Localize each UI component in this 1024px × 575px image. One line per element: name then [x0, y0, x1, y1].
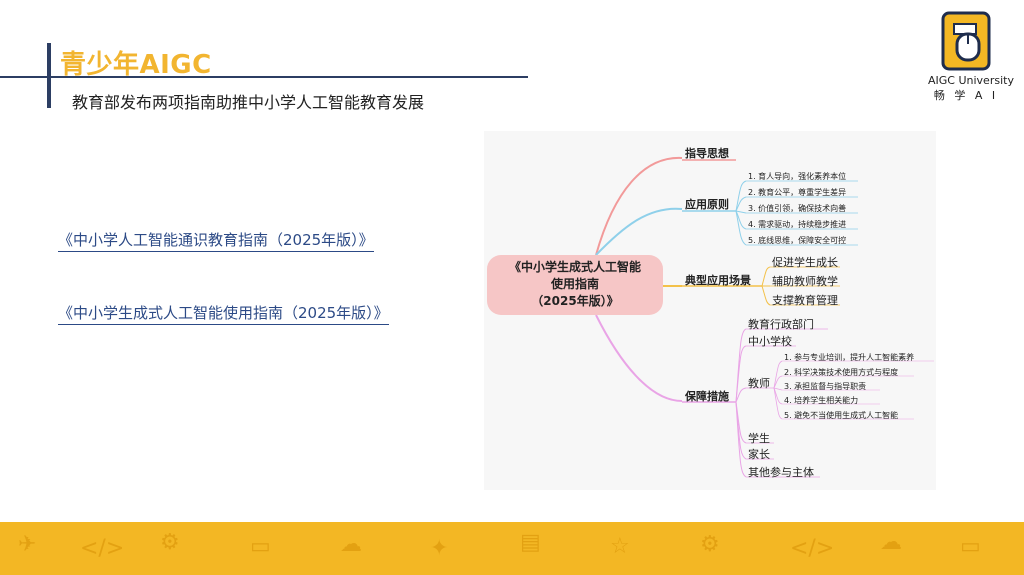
bulb-icon: ✦: [430, 536, 449, 561]
branch-principles: 应用原则: [685, 198, 729, 211]
measure-schools: 中小学校: [748, 335, 792, 348]
measure-parents: 家长: [748, 448, 770, 461]
teacher-item: 5. 避免不当使用生成式人工智能: [784, 411, 899, 420]
footer-decorative-band: ✈ </> ⚙ ▭ ☁ ✦ ▤ ☆ ⚙ </> ☁ ▭: [0, 522, 1024, 575]
aigc-university-logo: AIGC University 畅 学 A I: [928, 10, 1014, 110]
root-line-3: （2025年版）》: [531, 294, 619, 308]
teacher-item: 3. 承担监督与指导职责: [784, 382, 867, 391]
rocket-icon: ✈: [18, 532, 37, 557]
principle-item: 5. 底线思维，保障安全可控: [748, 236, 847, 245]
principle-item: 2. 教育公平，尊重学生差异: [748, 188, 847, 197]
cloud-icon: ☁: [880, 530, 902, 555]
teacher-item: 4. 培养学生相关能力: [784, 396, 859, 405]
page-subtitle: 教育部发布两项指南助推中小学人工智能教育发展: [72, 93, 425, 112]
measure-students: 学生: [748, 432, 770, 445]
scenario-item: 辅助教师教学: [772, 275, 838, 288]
link-ai-literacy-guide[interactable]: 《中小学人工智能通识教育指南（2025年版）》: [58, 229, 374, 252]
mindmap-root-node: 《中小学生成式人工智能 使用指南 （2025年版）》: [487, 255, 663, 315]
logo-subtitle: 畅 学 A I: [933, 89, 999, 102]
scenario-item: 促进学生成长: [772, 256, 838, 269]
root-line-1: 《中小学生成式人工智能: [508, 260, 641, 274]
mindmap-image: 《中小学生成式人工智能 使用指南 （2025年版）》 指导思想 应用原则 1. …: [484, 131, 936, 490]
link-genai-usage-guide[interactable]: 《中小学生成式人工智能使用指南（2025年版）》: [58, 302, 389, 325]
principle-item: 4. 需求驱动，持续稳步推进: [748, 220, 847, 229]
measure-others: 其他参与主体: [748, 466, 814, 479]
measure-teachers: 教师: [748, 377, 770, 390]
teacher-item: 1. 参与专业培训，提升人工智能素养: [784, 353, 915, 362]
branch-measures: 保障措施: [685, 390, 729, 403]
principle-item: 1. 育人导向，强化素养本位: [748, 172, 847, 181]
gear-icon: ⚙: [160, 530, 180, 555]
logo-name: AIGC University: [928, 74, 1014, 87]
cloud-icon: ☁: [340, 532, 362, 557]
monitor-icon: ▭: [960, 534, 981, 559]
root-line-2: 使用指南: [550, 277, 599, 291]
principle-item: 3. 价值引领，确保技术向善: [748, 204, 847, 213]
code-icon: </>: [80, 536, 125, 561]
measure-admin: 教育行政部门: [748, 318, 814, 331]
page-title: 青少年AIGC: [60, 50, 212, 80]
monitor-icon: ▭: [250, 534, 271, 559]
gear-icon: ⚙: [700, 532, 720, 557]
code-icon: </>: [790, 536, 835, 561]
branch-scenarios: 典型应用场景: [685, 274, 751, 287]
branch-guiding: 指导思想: [685, 147, 729, 160]
chart-icon: ▤: [520, 530, 541, 555]
teacher-item: 2. 科学决策技术使用方式与程度: [784, 368, 899, 377]
star-icon: ☆: [610, 534, 630, 559]
mouse-logo-icon: [941, 11, 991, 71]
scenario-item: 支撑教育管理: [772, 294, 838, 307]
